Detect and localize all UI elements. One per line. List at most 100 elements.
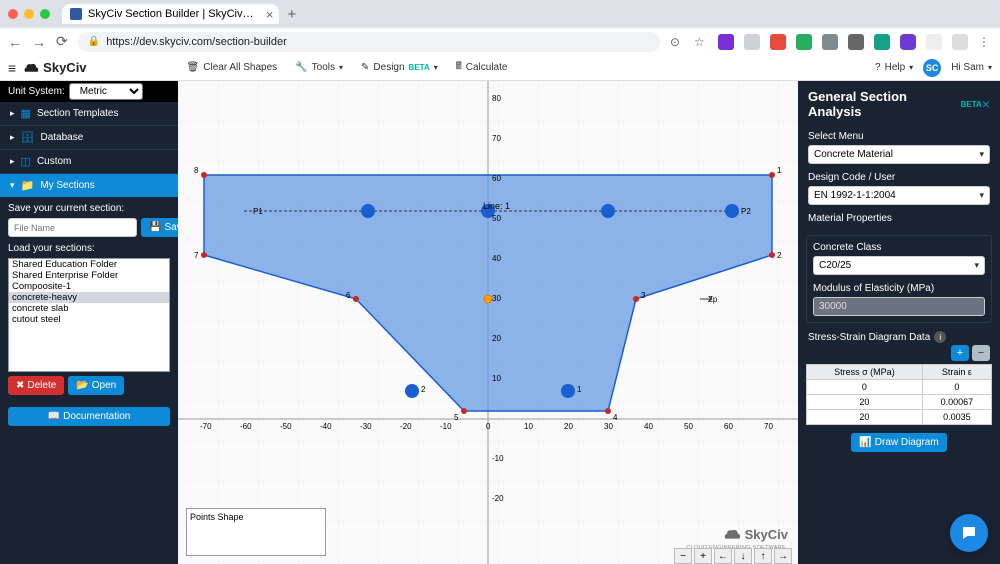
close-tab-icon[interactable]: × <box>266 7 274 22</box>
sidebar-item-database[interactable]: ▸ 🗄 Database <box>0 126 178 150</box>
stress-strain-label: Stress-Strain Diagram Data <box>808 332 930 343</box>
svg-text:6: 6 <box>346 291 351 300</box>
list-item[interactable]: Compoosite-1 <box>9 281 169 292</box>
design-label: Design <box>373 62 404 73</box>
chevron-down-icon: ▾ <box>434 63 438 72</box>
left-sidebar: Unit System: Metric ▸ ▦ Section Template… <box>0 81 178 564</box>
close-panel-icon[interactable]: × <box>982 96 990 112</box>
filename-input[interactable] <box>8 218 137 237</box>
maximize-window[interactable] <box>40 9 50 19</box>
remove-row-button[interactable]: − <box>972 345 990 361</box>
svg-text:-60: -60 <box>240 422 252 431</box>
clear-shapes-button[interactable]: 🗑 Clear All Shapes <box>187 59 278 76</box>
design-code-dropdown[interactable] <box>808 186 990 205</box>
extension-icon-5[interactable] <box>822 34 838 50</box>
favicon-icon <box>70 8 82 20</box>
extension-icon-4[interactable] <box>796 34 812 50</box>
chevron-down-icon: ▾ <box>10 180 15 191</box>
pan-left-button[interactable]: ← <box>714 548 732 564</box>
svg-text:80: 80 <box>492 94 501 103</box>
save-icon: 💾 <box>149 222 161 233</box>
beta-badge: BETA <box>961 100 982 109</box>
list-item[interactable]: cutout steel <box>9 314 169 325</box>
info-icon[interactable]: i <box>934 331 946 343</box>
search-icon[interactable]: ⊙ <box>670 35 684 49</box>
sidebar-item-mysections[interactable]: ▾ 📁 My Sections <box>0 174 178 197</box>
unit-select[interactable]: Metric <box>69 83 143 100</box>
reload-button[interactable]: ⟳ <box>56 33 68 50</box>
sidebar-item-templates[interactable]: ▸ ▦ Section Templates <box>0 102 178 126</box>
open-button[interactable]: 📂Open <box>68 376 124 395</box>
pan-up-button[interactable]: ↑ <box>754 548 772 564</box>
minimize-window[interactable] <box>24 9 34 19</box>
user-menu[interactable]: Hi Sam ▾ <box>951 62 992 73</box>
wrench-icon: 🔧 <box>295 62 307 73</box>
sidebar-item-label: Custom <box>37 156 71 167</box>
pencil-icon: ✎ <box>361 62 369 73</box>
calculator-icon: 🖩 <box>456 59 462 76</box>
svg-text:P2: P2 <box>741 207 751 216</box>
pan-right-button[interactable]: → <box>774 548 792 564</box>
documentation-button[interactable]: 📖Documentation <box>8 407 170 426</box>
chat-widget[interactable] <box>950 514 988 552</box>
svg-text:P1: P1 <box>253 207 263 216</box>
extension-icon-10[interactable] <box>952 34 968 50</box>
calculate-button[interactable]: 🖩 Calculate <box>456 59 508 76</box>
new-tab-button[interactable]: + <box>287 6 296 23</box>
svg-text:0: 0 <box>486 422 491 431</box>
zoom-out-button[interactable]: − <box>674 548 692 564</box>
close-window[interactable] <box>8 9 18 19</box>
pan-down-button[interactable]: ↓ <box>734 548 752 564</box>
extension-icon-1[interactable] <box>718 34 734 50</box>
list-item[interactable]: Shared Education Folder <box>9 259 169 270</box>
extension-icon-6[interactable] <box>848 34 864 50</box>
list-item[interactable]: concrete-heavy <box>9 292 169 303</box>
user-avatar[interactable]: SC <box>923 59 941 77</box>
delete-button[interactable]: ✖Delete <box>8 376 64 395</box>
design-menu[interactable]: ✎ Design BETA ▾ <box>361 59 438 76</box>
sidebar-item-label: Database <box>41 132 84 143</box>
extension-icon-9[interactable] <box>926 34 942 50</box>
points-shape-panel[interactable]: Points Shape <box>186 508 326 556</box>
add-row-button[interactable]: + <box>951 345 969 361</box>
extension-icon-3[interactable] <box>770 34 786 50</box>
forward-button[interactable]: → <box>32 34 46 50</box>
svg-text:3: 3 <box>641 291 646 300</box>
tools-label: Tools <box>312 62 335 73</box>
help-menu[interactable]: ? Help ▾ <box>875 62 913 73</box>
star-icon[interactable]: ☆ <box>694 35 708 49</box>
select-menu-dropdown[interactable] <box>808 145 990 164</box>
concrete-class-dropdown[interactable] <box>813 256 985 275</box>
sidebar-item-custom[interactable]: ▸ ◫ Custom <box>0 150 178 174</box>
svg-text:70: 70 <box>492 134 501 143</box>
draw-diagram-button[interactable]: 📊Draw Diagram <box>851 433 946 452</box>
extension-icon-2[interactable] <box>744 34 760 50</box>
chevron-right-icon: ▸ <box>10 132 15 143</box>
user-greeting: Hi Sam <box>951 62 984 73</box>
zoom-controls: − + ← ↓ ↑ → <box>674 548 792 564</box>
modulus-label: Modulus of Elasticity (MPa) <box>813 283 985 294</box>
sidebar-item-label: Section Templates <box>37 108 119 119</box>
canvas[interactable]: P1 P2 2 1 1 2 3 4 5 6 7 8 Zp Line: 1 -70 <box>178 81 798 564</box>
browser-tab[interactable]: SkyCiv Section Builder | SkyCiv… × <box>62 4 279 24</box>
sections-list[interactable]: Shared Education Folder Shared Enterpris… <box>8 258 170 372</box>
clear-label: Clear All Shapes <box>203 62 277 73</box>
hamburger-icon[interactable]: ≡ <box>8 60 16 76</box>
zoom-in-button[interactable]: + <box>694 548 712 564</box>
svg-text:-50: -50 <box>280 422 292 431</box>
logo-icon <box>22 61 40 75</box>
logo[interactable]: SkyCiv <box>22 60 86 75</box>
back-button[interactable]: ← <box>8 34 22 50</box>
extension-icon-8[interactable] <box>900 34 916 50</box>
url-input[interactable]: 🔒 https://dev.skyciv.com/section-builder <box>78 32 660 52</box>
help-label: Help <box>885 62 906 73</box>
svg-text:-40: -40 <box>320 422 332 431</box>
svg-text:20: 20 <box>564 422 573 431</box>
tools-menu[interactable]: 🔧 Tools ▾ <box>295 59 343 76</box>
extension-icon-7[interactable] <box>874 34 890 50</box>
menu-icon[interactable]: ⋮ <box>978 35 992 49</box>
list-item[interactable]: Shared Enterprise Folder <box>9 270 169 281</box>
chevron-down-icon: ▾ <box>988 63 992 72</box>
list-item[interactable]: concrete slab <box>9 303 169 314</box>
tab-bar: SkyCiv Section Builder | SkyCiv… × + <box>0 0 1000 28</box>
